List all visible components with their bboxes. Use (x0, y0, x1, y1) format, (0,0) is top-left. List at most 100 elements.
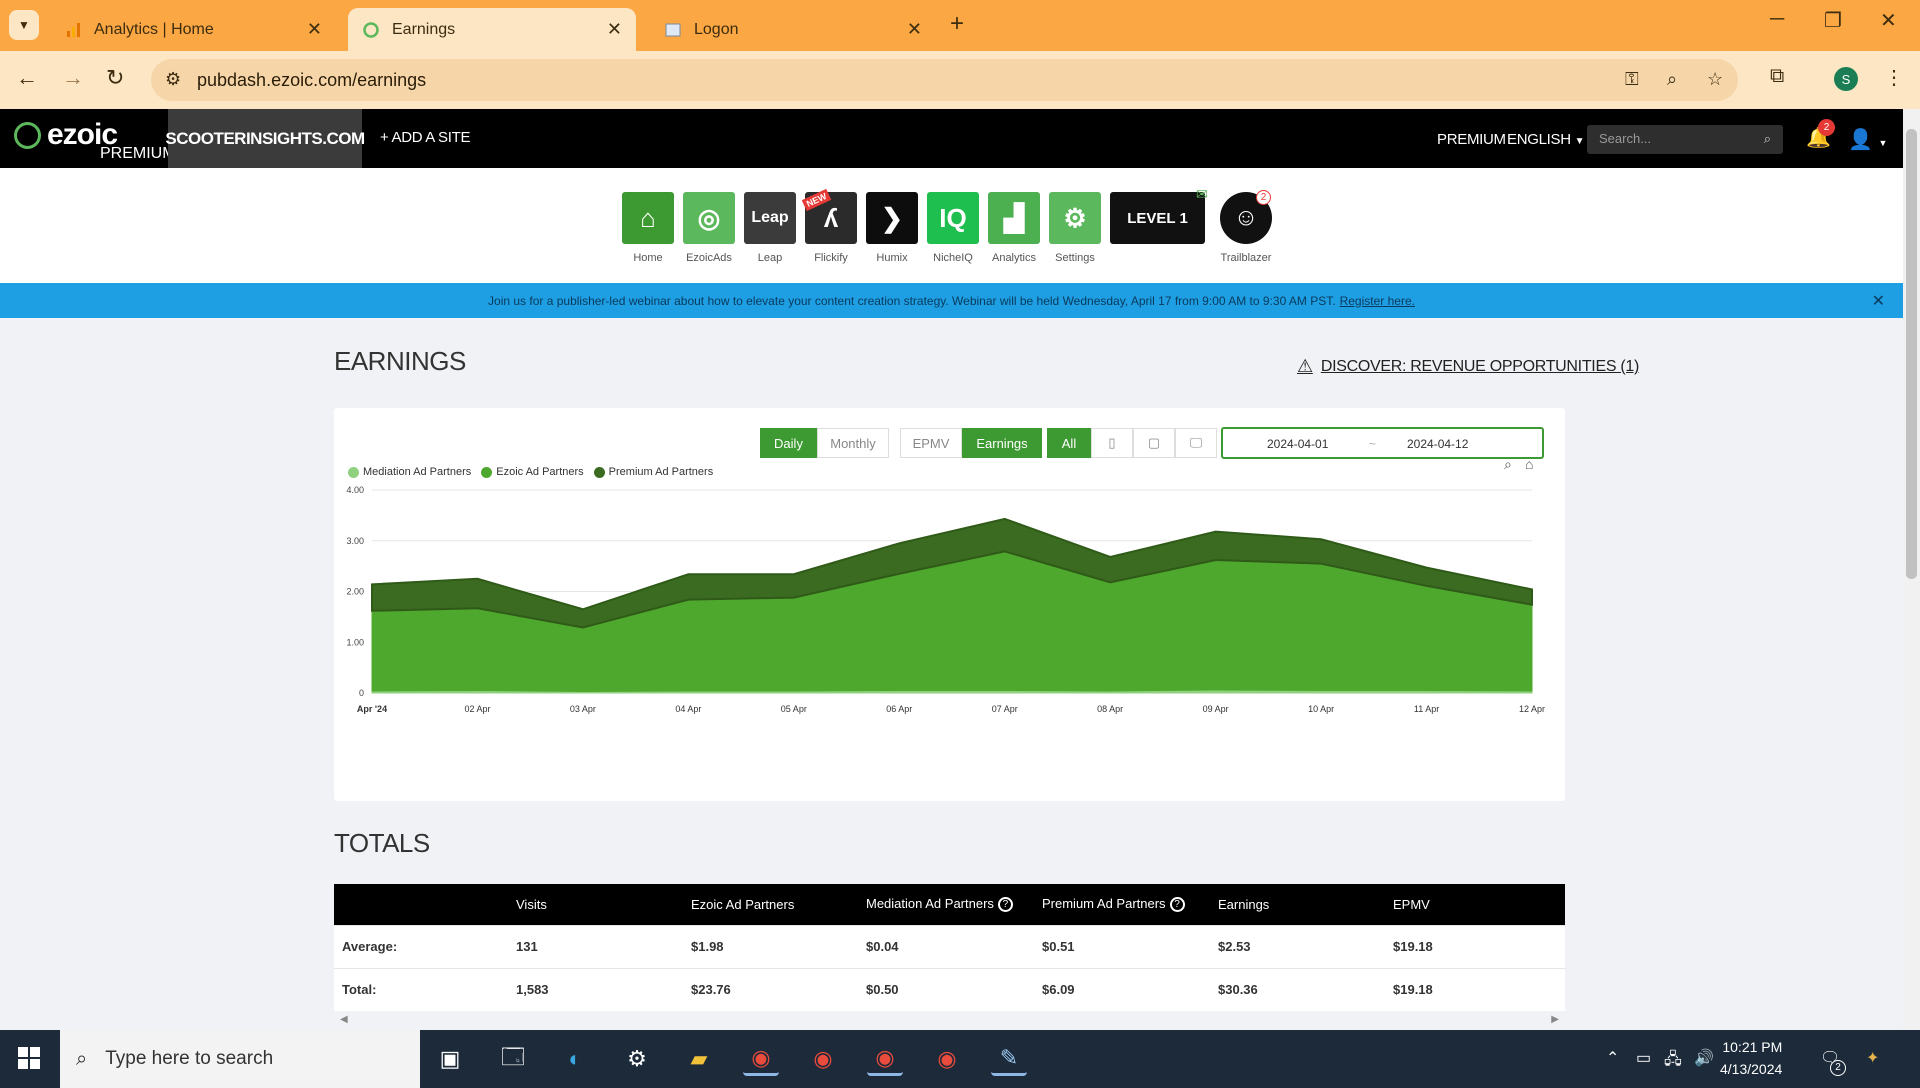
desktop-icon[interactable]: 🖵 (1175, 428, 1217, 458)
new-tab-button[interactable]: + (950, 10, 964, 38)
extensions-icon[interactable]: ⧉ (1770, 65, 1784, 88)
zoom-icon[interactable]: ⌕ (1667, 69, 1677, 90)
chrome-icon[interactable]: ◉ (743, 1042, 779, 1076)
back-icon[interactable]: ← (16, 65, 38, 91)
monthly-toggle[interactable]: Monthly (817, 428, 889, 458)
mobile-icon[interactable]: ▯ (1091, 428, 1133, 458)
x-tick-label: 08 Apr (1097, 704, 1123, 714)
app-home[interactable]: ⌂ Home (622, 192, 674, 264)
x-tick-label: 05 Apr (781, 704, 807, 714)
column-header[interactable]: Premium Ad Partners? (1042, 884, 1218, 925)
column-header[interactable] (334, 884, 516, 925)
column-header-label: Mediation Ad Partners (866, 896, 994, 912)
menu-icon[interactable]: ⋮ (1884, 65, 1904, 90)
tab-search-button[interactable]: ▼ (9, 10, 39, 40)
vertical-scrollbar[interactable] (1903, 109, 1920, 1030)
search-icon[interactable]: ⌕ (1764, 131, 1771, 147)
help-icon[interactable]: ? (997, 897, 1013, 913)
edge-icon[interactable]: ◐ (557, 1042, 593, 1076)
zoom-icon[interactable]: ⌕ (1504, 456, 1512, 473)
language-selector[interactable]: ENGLISH ▼ (1507, 131, 1585, 148)
add-site-link[interactable]: + ADD A SITE (380, 129, 471, 146)
legend-item[interactable]: Premium Ad Partners (593, 466, 713, 478)
chrome-active-icon[interactable]: ◉ (867, 1042, 903, 1076)
scroll-thumb[interactable] (1906, 129, 1917, 579)
chevron-up-icon[interactable]: ⌃ (1606, 1048, 1619, 1068)
horizontal-scrollbar[interactable]: ◀ ▶ (334, 1012, 1565, 1028)
taskbar-search[interactable]: ⌕ Type here to search (60, 1030, 420, 1088)
column-header[interactable]: Earnings (1218, 884, 1393, 925)
close-tab-icon[interactable]: ✕ (307, 19, 322, 40)
minimize-icon[interactable]: ─ (1770, 8, 1784, 31)
paint-icon[interactable]: ✎ (991, 1042, 1027, 1076)
legend-item[interactable]: Ezoic Ad Partners (481, 466, 584, 478)
level-badge[interactable]: LEVEL 1 (1110, 192, 1205, 244)
column-header[interactable]: Visits (516, 884, 691, 925)
chrome-alt-icon[interactable]: ◉ (929, 1042, 965, 1076)
close-tab-icon[interactable]: ✕ (607, 19, 622, 40)
legend-item[interactable]: Mediation Ad Partners (348, 466, 471, 478)
site-selector[interactable]: SCOOTERINSIGHTS.COM (165, 109, 365, 168)
forward-icon[interactable]: → (62, 65, 84, 91)
app-humix[interactable]: ❯ Humix (866, 192, 918, 264)
column-header[interactable]: Ezoic Ad Partners (691, 884, 866, 925)
caret-down-icon: ▼ (1574, 136, 1585, 147)
epmv-toggle[interactable]: EPMV (900, 428, 962, 458)
file-app-icon[interactable]: 🗔 (495, 1042, 531, 1076)
system-clock[interactable]: 10:21 PM 4/13/2024 (1720, 1036, 1782, 1080)
site-info-icon[interactable]: ⚙ (165, 69, 181, 90)
volume-icon[interactable]: 🔊 (1694, 1048, 1714, 1068)
restore-icon[interactable]: ❐ (1824, 8, 1842, 33)
meet-icon[interactable]: ▭ (1636, 1048, 1651, 1068)
daily-toggle[interactable]: Daily (760, 428, 817, 458)
home-reset-icon[interactable]: ⌂ (1525, 456, 1533, 472)
app-flickify[interactable]: ʎ Flickify NEW (801, 188, 857, 264)
close-tab-icon[interactable]: ✕ (907, 19, 922, 40)
mail-icon: ✉ (1196, 186, 1208, 202)
close-icon[interactable]: ✕ (1872, 291, 1885, 311)
date-range-picker[interactable]: 2024-04-01 ~ 2024-04-12 (1221, 427, 1544, 459)
discover-link[interactable]: ⚠ DISCOVER: REVENUE OPPORTUNITIES (1) (1297, 356, 1639, 377)
chrome-profile-icon[interactable]: ◉ (805, 1042, 841, 1076)
user-menu-icon[interactable]: 👤 ▼ (1848, 127, 1887, 152)
key-icon[interactable]: ⚿ (1625, 69, 1639, 90)
table-cell: Total: (334, 967, 516, 1011)
y-tick-label: 3.00 (346, 536, 364, 546)
app-analytics[interactable]: ▟ Analytics (988, 192, 1040, 264)
legend-label: Ezoic Ad Partners (496, 466, 584, 478)
all-devices-toggle[interactable]: All (1047, 428, 1091, 458)
premium-link[interactable]: PREMIUM (1437, 131, 1506, 148)
tab-analytics[interactable]: Analytics | Home ✕ (50, 8, 336, 51)
app-leap[interactable]: Leap Leap (744, 192, 796, 264)
app-ezoicads[interactable]: ◎ EzoicAds (683, 192, 735, 264)
leap-icon: Leap (744, 192, 796, 244)
header-search[interactable]: Search... ⌕ (1587, 125, 1783, 154)
app-nicheiq[interactable]: IQ NicheIQ (927, 192, 979, 264)
y-tick-label: 0 (359, 688, 364, 698)
x-tick-label: Apr '24 (357, 704, 387, 714)
settings-icon[interactable]: ⚙ (619, 1042, 655, 1076)
reload-icon[interactable]: ↻ (106, 65, 124, 91)
column-header[interactable]: EPMV (1393, 884, 1565, 925)
analytics-icon (64, 21, 82, 39)
ezoic-header: ezoic PREMIUM SCOOTERINSIGHTS.COM + ADD … (0, 109, 1903, 168)
column-header-label: Visits (516, 896, 547, 912)
profile-avatar[interactable]: S (1834, 67, 1858, 91)
tablet-icon[interactable]: ▢ (1133, 428, 1175, 458)
tab-logon[interactable]: Logon ✕ (650, 8, 936, 51)
earnings-toggle[interactable]: Earnings (962, 428, 1042, 458)
tab-earnings[interactable]: Earnings ✕ (348, 8, 636, 51)
star-icon[interactable]: ☆ (1707, 69, 1723, 90)
windows-start-icon[interactable] (18, 1047, 40, 1069)
help-icon[interactable]: ? (1169, 897, 1185, 913)
close-window-icon[interactable]: ✕ (1880, 8, 1897, 33)
app-settings[interactable]: ⚙ Settings (1049, 192, 1101, 264)
copilot-icon[interactable]: ✦ (1866, 1048, 1879, 1068)
network-icon[interactable]: 🖧 (1664, 1048, 1682, 1075)
task-view-icon[interactable]: ▣ (432, 1042, 468, 1076)
address-bar[interactable]: ⚙ pubdash.ezoic.com/earnings ⚿ ⌕ ☆ (151, 59, 1738, 101)
column-header[interactable]: Mediation Ad Partners? (866, 884, 1042, 925)
app-launcher-bar: ⌂ Home ◎ EzoicAds Leap Leap ʎ Flickify NEW ❯ Humix… (0, 168, 1903, 283)
file-explorer-icon[interactable]: ▰ (681, 1042, 717, 1076)
register-link[interactable]: Register here. (1340, 294, 1415, 308)
